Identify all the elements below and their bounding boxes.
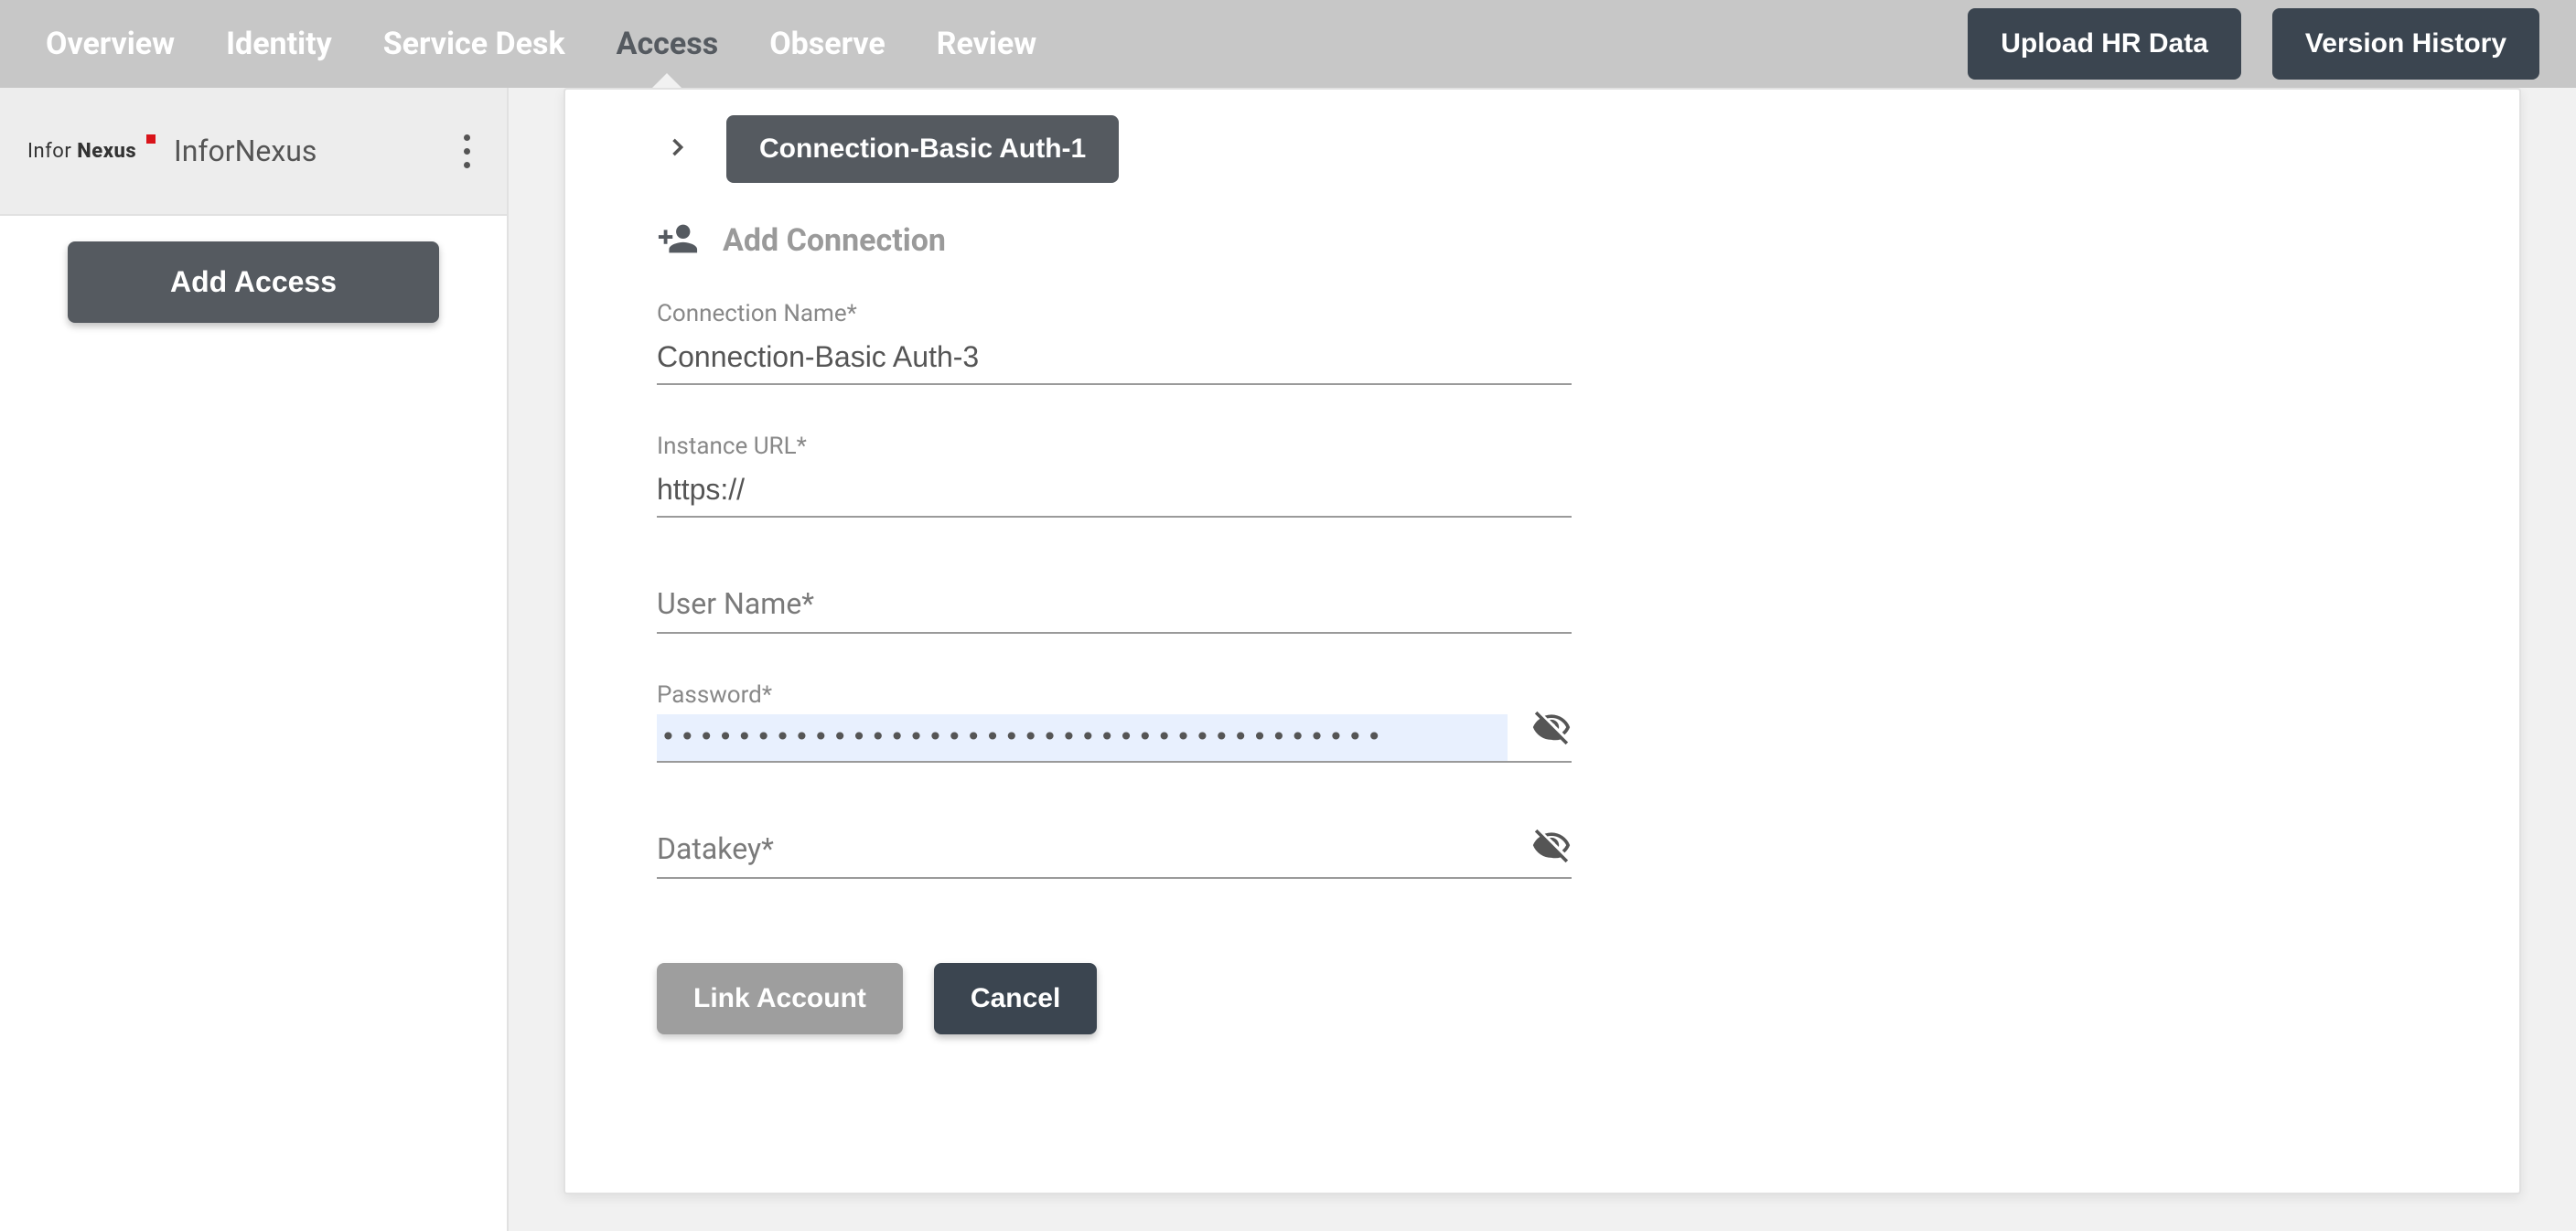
logo-dot-icon [146,134,156,144]
chevron-right-icon[interactable] [657,129,697,169]
tab-observe[interactable]: Observe [769,0,886,88]
field-connection-name: Connection Name* [657,300,1572,385]
connection-card: Connection-Basic Auth-1 Add Connection C… [564,88,2521,1194]
person-add-icon [657,218,699,263]
password-label: Password* [657,681,1572,709]
field-password: Password* [657,681,1572,763]
add-access-button[interactable]: Add Access [68,241,439,323]
field-instance-url: Instance URL* [657,433,1572,518]
field-user-name: User Name* [657,582,1572,634]
sidebar-item-infornexus[interactable]: InforNexus InforNexus [0,88,507,216]
connection-chip[interactable]: Connection-Basic Auth-1 [726,115,1119,183]
add-connection-label: Add Connection [723,222,946,259]
field-datakey: Datakey* [657,827,1572,879]
tab-access[interactable]: Access [617,0,719,88]
visibility-off-icon[interactable] [1531,708,1572,752]
sidebar: InforNexus InforNexus Add Access [0,88,509,1231]
form-actions: Link Account Cancel [657,926,1572,1034]
password-input[interactable] [657,714,1508,761]
tab-overview[interactable]: Overview [46,0,175,88]
kebab-menu-icon[interactable] [455,125,479,177]
link-account-button[interactable]: Link Account [657,963,903,1034]
tab-identity[interactable]: Identity [226,0,332,88]
content-area: Connection-Basic Auth-1 Add Connection C… [509,88,2576,1231]
cancel-button[interactable]: Cancel [934,963,1097,1034]
sidebar-item-label: InforNexus [174,134,455,168]
version-history-button[interactable]: Version History [2272,8,2539,80]
upload-hr-data-button[interactable]: Upload HR Data [1968,8,2241,80]
user-name-input[interactable] [657,582,1572,634]
instance-url-label: Instance URL* [657,433,1572,460]
tab-service-desk[interactable]: Service Desk [383,0,565,88]
logo-text-nexus: Nexus [77,140,136,163]
infornexus-logo: Infor Nexus [27,140,146,163]
tab-review[interactable]: Review [937,0,1036,88]
instance-url-input[interactable] [657,466,1572,518]
nav-tabs: Overview Identity Service Desk Access Ob… [46,0,1036,88]
connection-form: Connection Name* Instance URL* User Name… [657,300,1572,1034]
connection-name-label: Connection Name* [657,300,1572,327]
logo-text-infor: Infor [27,140,71,163]
connection-name-input[interactable] [657,333,1572,385]
top-nav: Overview Identity Service Desk Access Ob… [0,0,2576,88]
datakey-input[interactable] [657,827,1572,879]
visibility-off-icon[interactable] [1531,826,1572,870]
